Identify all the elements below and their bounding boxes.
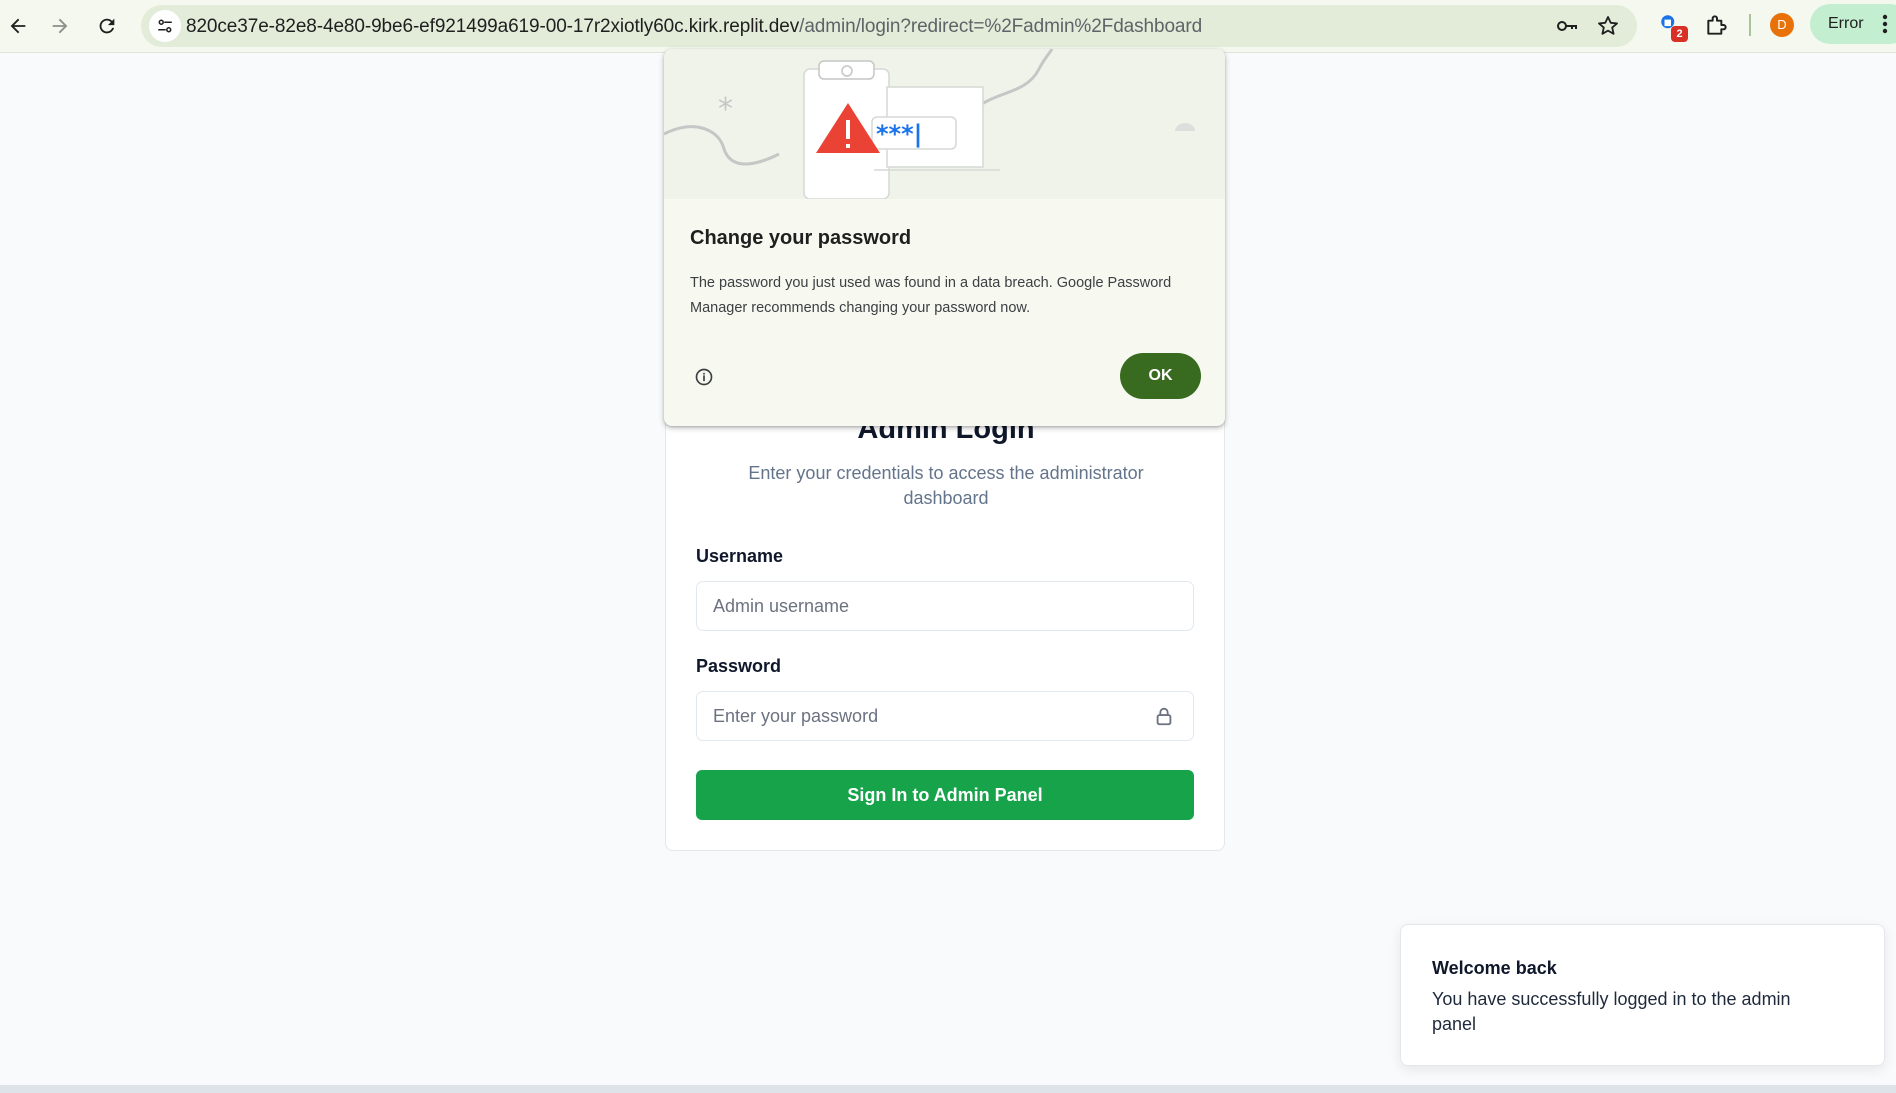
puzzle-icon[interactable]: [1704, 12, 1730, 38]
info-icon[interactable]: [694, 367, 714, 387]
forward-button[interactable]: [42, 8, 78, 44]
back-button[interactable]: [0, 8, 36, 44]
svg-text:***|: ***|: [876, 120, 922, 148]
password-input[interactable]: Enter your password: [696, 691, 1194, 741]
popup-body: The password you just used was found in …: [690, 275, 1172, 316]
address-bar[interactable]: 820ce37e-82e8-4e80-9be6-ef921499a619-00-…: [141, 5, 1637, 47]
error-chip-label: Error: [1828, 15, 1864, 32]
site-info-button[interactable]: [149, 10, 181, 42]
lock-icon: [1156, 707, 1172, 726]
password-key-icon[interactable]: [1555, 14, 1579, 38]
svg-text:*: *: [718, 92, 733, 127]
browser-toolbar: 820ce37e-82e8-4e80-9be6-ef921499a619-00-…: [0, 0, 1896, 53]
toast-description: You have successfully logged in to the a…: [1432, 989, 1791, 1034]
username-input[interactable]: Admin username: [696, 581, 1194, 631]
breach-illustration: * ***|: [664, 49, 1225, 200]
bookmark-star-icon[interactable]: [1596, 14, 1620, 38]
ok-button[interactable]: OK: [1120, 353, 1201, 399]
username-placeholder: Admin username: [713, 596, 850, 616]
profile-avatar[interactable]: D: [1770, 13, 1794, 37]
extension-badge: 2: [1671, 26, 1688, 42]
url-host: 820ce37e-82e8-4e80-9be6-ef921499a619-00-…: [186, 16, 800, 37]
url-text[interactable]: 820ce37e-82e8-4e80-9be6-ef921499a619-00-…: [186, 16, 1202, 38]
reload-button[interactable]: [89, 8, 125, 44]
page-subtitle: Enter your credentials to access the adm…: [748, 463, 1144, 508]
sign-in-button[interactable]: Sign In to Admin Panel: [696, 770, 1194, 820]
bottom-scroll-strip: [0, 1085, 1896, 1093]
success-toast[interactable]: Welcome back You have successfully logge…: [1400, 924, 1885, 1066]
password-placeholder: Enter your password: [713, 706, 879, 726]
more-vert-icon[interactable]: [1882, 14, 1888, 34]
username-label: Username: [696, 546, 784, 566]
popup-title: Change your password: [690, 227, 912, 249]
back-arrow-icon: [10, 18, 26, 34]
toolbar-divider: [1749, 14, 1751, 36]
error-chip[interactable]: Error: [1810, 4, 1896, 44]
reload-icon: [99, 18, 115, 34]
url-path: /admin/login?redirect=%2Fadmin%2Fdashboa…: [799, 16, 1203, 37]
password-breach-dialog: * ***| Change your password The password…: [664, 49, 1225, 426]
forward-arrow-icon: [52, 18, 68, 34]
tune-icon: [158, 19, 172, 33]
password-label: Password: [696, 656, 782, 676]
toast-title: Welcome back: [1432, 958, 1557, 978]
